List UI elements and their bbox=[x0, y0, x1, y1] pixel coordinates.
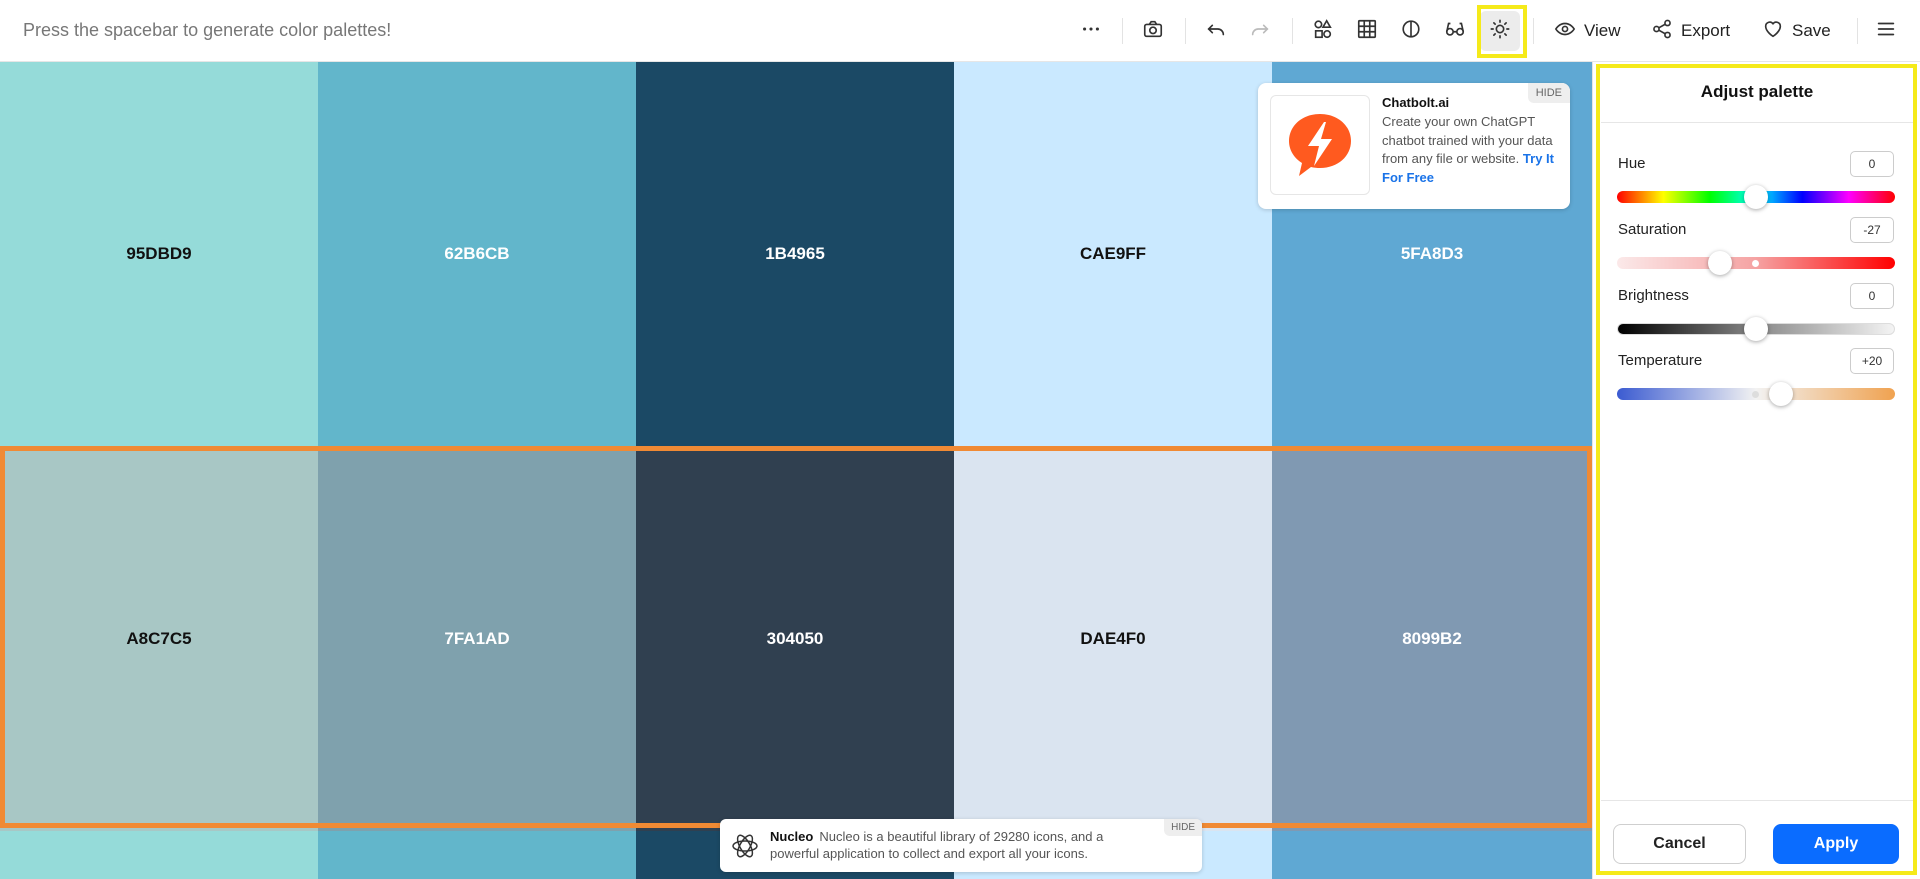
share-icon bbox=[1651, 18, 1673, 45]
temperature-value-input[interactable]: +20 bbox=[1850, 348, 1894, 374]
toolbar-divider bbox=[1533, 18, 1534, 44]
hue-value-input[interactable]: 0 bbox=[1850, 151, 1894, 177]
view-button[interactable]: View bbox=[1554, 14, 1621, 48]
color-swatch[interactable]: 1B4965 bbox=[636, 62, 954, 446]
color-blindness-button[interactable] bbox=[1435, 11, 1475, 51]
export-button[interactable]: Export bbox=[1651, 14, 1730, 48]
color-swatch[interactable] bbox=[318, 831, 636, 879]
spacebar-hint: Press the spacebar to generate color pal… bbox=[23, 20, 392, 40]
toolbar-divider bbox=[1292, 18, 1293, 44]
contrast-icon bbox=[1400, 18, 1422, 45]
undo-button[interactable] bbox=[1196, 11, 1236, 51]
brightness-slider-thumb[interactable] bbox=[1744, 317, 1768, 341]
hex-code-label[interactable]: 7FA1AD bbox=[444, 629, 509, 649]
ad-bottom-text: Nucleo Nucleo is a beautiful library of 2… bbox=[770, 828, 1150, 862]
active-tool-highlight bbox=[1477, 5, 1527, 58]
top-toolbar: Press the spacebar to generate color pal… bbox=[0, 0, 1920, 62]
grid-button[interactable] bbox=[1347, 11, 1387, 51]
brightness-value-input[interactable]: 0 bbox=[1850, 283, 1894, 309]
hex-code-label[interactable]: 8099B2 bbox=[1402, 629, 1462, 649]
brightness-label: Brightness bbox=[1618, 287, 1689, 304]
color-swatch[interactable] bbox=[1272, 831, 1592, 879]
chatbolt-logo bbox=[1270, 95, 1370, 195]
grid-icon bbox=[1356, 18, 1378, 45]
hex-code-label[interactable]: 95DBD9 bbox=[126, 244, 191, 264]
eye-icon bbox=[1554, 18, 1576, 45]
saturation-origin-marker bbox=[1752, 259, 1759, 267]
toolbar-divider bbox=[1185, 18, 1186, 44]
menu-button[interactable] bbox=[1866, 11, 1906, 51]
color-swatch[interactable]: 8099B2 bbox=[1272, 446, 1592, 831]
ad-bottom-description: Nucleo is a beautiful library of 29280 i… bbox=[770, 829, 1104, 861]
color-swatch[interactable]: A8C7C5 bbox=[0, 446, 318, 831]
heart-icon bbox=[1762, 18, 1784, 45]
view-label: View bbox=[1584, 21, 1621, 40]
screenshot-button[interactable] bbox=[1133, 11, 1173, 51]
temperature-label: Temperature bbox=[1618, 352, 1703, 369]
panel-title: Adjust palette bbox=[1700, 82, 1814, 101]
hex-code-label[interactable]: 304050 bbox=[767, 629, 824, 649]
hex-code-label[interactable]: 5FA8D3 bbox=[1401, 244, 1463, 264]
hamburger-menu-icon bbox=[1875, 18, 1897, 45]
ad-text: Create your own ChatGPT chatbot trained … bbox=[1382, 113, 1562, 187]
nucleo-ad[interactable]: Nucleo Nucleo is a beautiful library of 2… bbox=[720, 819, 1202, 872]
color-swatch[interactable]: 95DBD9 bbox=[0, 62, 318, 446]
shapes-icon bbox=[1312, 18, 1334, 45]
hide-ad-button[interactable]: HIDE bbox=[1527, 83, 1570, 103]
contrast-button[interactable] bbox=[1391, 11, 1431, 51]
glasses-icon bbox=[1444, 18, 1466, 45]
save-button[interactable]: Save bbox=[1762, 14, 1831, 48]
export-label: Export bbox=[1681, 21, 1731, 40]
saturation-slider-thumb[interactable] bbox=[1707, 251, 1732, 275]
undo-icon bbox=[1205, 18, 1227, 45]
hex-code-label[interactable]: 62B6CB bbox=[444, 244, 509, 264]
panel-divider bbox=[1601, 122, 1913, 123]
hex-code-label[interactable]: DAE4F0 bbox=[1080, 629, 1145, 649]
color-swatch[interactable]: 62B6CB bbox=[318, 62, 636, 446]
toolbar-divider bbox=[1122, 18, 1123, 44]
chatbolt-ad[interactable]: Chatbolt.ai Create your own ChatGPT chat… bbox=[1258, 83, 1570, 209]
color-swatch[interactable] bbox=[0, 831, 318, 879]
apply-button[interactable]: Apply bbox=[1773, 824, 1899, 864]
camera-icon bbox=[1142, 18, 1164, 45]
atom-icon bbox=[730, 831, 760, 861]
hide-ad-button[interactable]: HIDE bbox=[1164, 819, 1202, 836]
color-swatch[interactable]: 7FA1AD bbox=[318, 446, 636, 831]
color-swatch[interactable]: 304050 bbox=[636, 446, 954, 831]
ad-bottom-title: Nucleo bbox=[770, 829, 814, 844]
hex-code-label[interactable]: CAE9FF bbox=[1080, 244, 1146, 264]
temperature-origin-marker bbox=[1752, 390, 1759, 398]
panel-divider bbox=[1601, 800, 1913, 801]
redo-icon bbox=[1249, 18, 1271, 45]
hue-label: Hue bbox=[1618, 155, 1646, 172]
color-swatch[interactable]: CAE9FF bbox=[954, 62, 1272, 446]
saturation-value-input[interactable]: -27 bbox=[1850, 217, 1894, 243]
hex-code-label[interactable]: 1B4965 bbox=[765, 244, 825, 264]
more-horizontal-icon bbox=[1080, 18, 1102, 45]
redo-button[interactable] bbox=[1240, 11, 1280, 51]
save-label: Save bbox=[1792, 21, 1831, 40]
hue-slider-thumb[interactable] bbox=[1744, 185, 1768, 209]
temperature-slider-thumb[interactable] bbox=[1769, 382, 1794, 406]
more-options-button[interactable] bbox=[1071, 11, 1111, 51]
hex-code-label[interactable]: A8C7C5 bbox=[126, 629, 191, 649]
saturation-label: Saturation bbox=[1618, 221, 1687, 238]
ad-title: Chatbolt.ai bbox=[1382, 95, 1450, 110]
color-swatch[interactable]: DAE4F0 bbox=[954, 446, 1272, 831]
shapes-button[interactable] bbox=[1303, 11, 1343, 51]
toolbar-divider bbox=[1857, 18, 1858, 44]
cancel-button[interactable]: Cancel bbox=[1613, 824, 1746, 864]
